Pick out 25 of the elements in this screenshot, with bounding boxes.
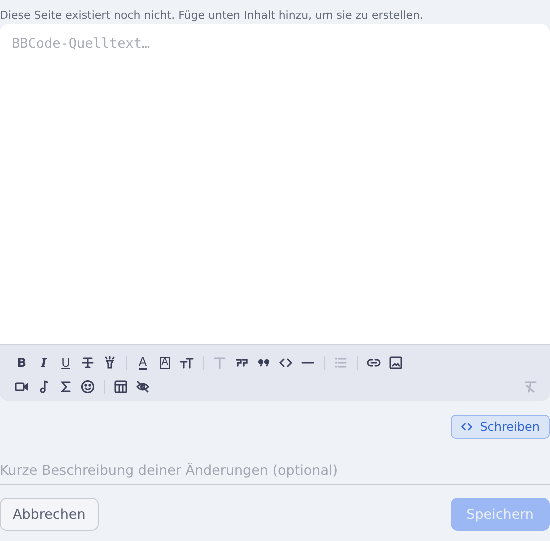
summary-field[interactable]: Kurze Beschreibung deiner Änderungen (optional) — [0, 457, 550, 485]
code-icon — [279, 356, 293, 370]
heading-icon — [213, 356, 227, 370]
clear-format-icon — [524, 380, 538, 394]
quote-icon — [235, 356, 249, 370]
smiley-icon — [81, 380, 95, 394]
editor-field[interactable]: BBCode-Quelltext… — [0, 24, 550, 344]
text-background-button[interactable]: A — [154, 352, 176, 374]
notice-text: Diese Seite existiert noch nicht. Füge unten Inhalt hinzu, um sie zu erstellen. — [0, 8, 424, 24]
video-camera-icon — [15, 380, 29, 394]
list-icon — [334, 356, 348, 370]
sigma-icon — [59, 380, 73, 394]
strikethrough-icon — [81, 356, 95, 370]
table-icon — [114, 380, 128, 394]
lightbulb-icon — [103, 356, 117, 370]
code-icon — [461, 421, 474, 433]
eye-slash-icon — [136, 380, 150, 394]
image-icon — [389, 356, 403, 370]
underline-button[interactable]: U — [55, 352, 77, 374]
text-color-button[interactable]: A — [132, 352, 154, 374]
write-mode-button[interactable]: Schreiben — [451, 415, 550, 439]
cancel-button[interactable]: Abbrechen — [0, 498, 99, 531]
text-size-icon — [180, 356, 194, 370]
bold-button[interactable]: B — [11, 352, 33, 374]
italic-button[interactable]: I — [33, 352, 55, 374]
